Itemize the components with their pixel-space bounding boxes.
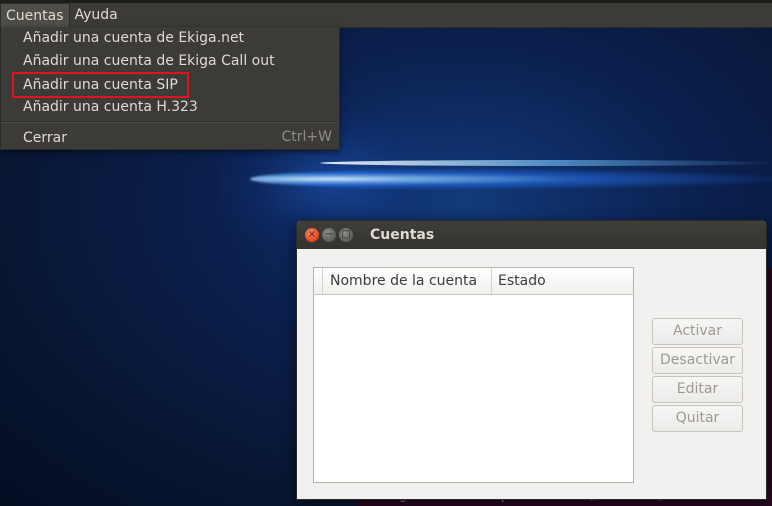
window-titlebar[interactable]: × − □ Cuentas [297, 221, 766, 249]
column-label-status: Estado [498, 273, 546, 289]
wallpaper-light-streak [250, 168, 772, 190]
column-header-account-name[interactable]: Nombre de la cuenta [314, 268, 492, 294]
menu-item-add-ekiga-call-out[interactable]: Añadir una cuenta de Ekiga Call out [23, 53, 275, 69]
window-title: Cuentas [370, 227, 435, 243]
menu-ayuda[interactable]: Ayuda [70, 3, 123, 27]
menu-item-add-sip-account[interactable]: Añadir una cuenta SIP [12, 72, 189, 98]
activate-button[interactable]: Activar [652, 318, 743, 345]
close-icon[interactable]: × [305, 228, 319, 242]
menu-item-add-ekiga-net[interactable]: Añadir una cuenta de Ekiga.net [23, 30, 244, 46]
minimize-icon[interactable]: − [322, 228, 336, 242]
maximize-icon[interactable]: □ [339, 228, 353, 242]
menubar: Cuentas Ayuda [0, 3, 772, 28]
menu-item-add-h323-account[interactable]: Añadir una cuenta H.323 [23, 99, 198, 115]
column-label-account-name: Nombre de la cuenta [330, 273, 478, 289]
accounts-window: × − □ Cuentas Nombre de la cuenta Estado… [296, 220, 767, 500]
column-header-status[interactable]: Estado [492, 268, 632, 294]
menu-separator [2, 121, 338, 123]
deactivate-button[interactable]: Desactivar [652, 347, 743, 374]
remove-button[interactable]: Quitar [652, 405, 743, 432]
cuentas-dropdown-menu: Añadir una cuenta de Ekiga.net Añadir un… [0, 27, 340, 150]
menu-cuentas[interactable]: Cuentas [0, 3, 70, 27]
wallpaper-light-streak-thin [320, 160, 772, 166]
edit-button[interactable]: Editar [652, 376, 743, 403]
accounts-list[interactable]: Nombre de la cuenta Estado [313, 267, 634, 483]
menu-item-close[interactable]: Cerrar [23, 130, 67, 146]
close-shortcut-label: Ctrl+W [281, 129, 332, 145]
accounts-list-header: Nombre de la cuenta Estado [314, 268, 633, 295]
